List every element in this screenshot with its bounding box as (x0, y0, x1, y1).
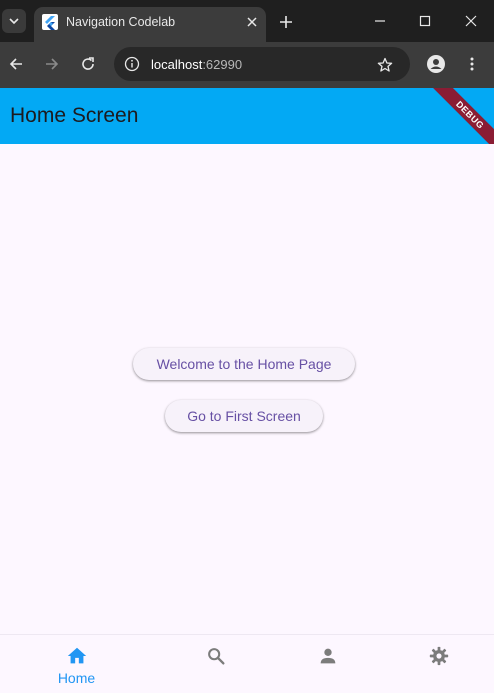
bottom-navigation-bar: Home (0, 634, 494, 693)
debug-banner: DEBUG (429, 88, 494, 144)
site-info-button[interactable] (120, 52, 144, 76)
chevron-down-icon (9, 18, 19, 25)
url-text: localhost:62990 (151, 57, 242, 72)
home-icon (65, 644, 89, 668)
nav-label-home: Home (57, 670, 96, 686)
reload-button[interactable] (76, 52, 100, 76)
url-host: localhost (151, 57, 203, 72)
flutter-icon (42, 14, 58, 30)
maximize-button[interactable] (410, 8, 440, 34)
minimize-icon (375, 20, 385, 22)
profile-icon (427, 55, 445, 73)
tab-close-button[interactable] (243, 13, 261, 31)
arrow-left-icon (9, 58, 22, 70)
maximize-icon (419, 15, 431, 27)
profile-button[interactable] (424, 52, 448, 76)
browser-toolbar: localhost:62990 (0, 42, 494, 88)
go-to-first-screen-button[interactable]: Go to First Screen (165, 400, 323, 432)
arrow-right-icon (46, 58, 59, 70)
nav-item-search[interactable] (154, 635, 277, 693)
close-icon (465, 15, 477, 27)
browser-tab[interactable]: Navigation Codelab (34, 7, 266, 42)
nav-item-settings[interactable] (377, 635, 494, 693)
back-button[interactable] (4, 52, 28, 76)
reload-icon (82, 57, 94, 70)
info-icon (124, 56, 140, 72)
main-content: Welcome to the Home Page Go to First Scr… (0, 144, 494, 634)
settings-icon (427, 644, 451, 668)
bookmark-button[interactable] (374, 54, 396, 76)
star-icon (377, 57, 393, 72)
menu-button[interactable] (460, 52, 484, 76)
browser-tab-strip: Navigation Codelab (0, 0, 494, 42)
page-title: Home Screen (10, 104, 139, 127)
search-icon (204, 644, 228, 668)
app-bar: Home Screen DEBUG (0, 88, 494, 144)
forward-button[interactable] (40, 52, 64, 76)
address-bar[interactable]: localhost:62990 (114, 47, 410, 81)
url-port: :62990 (202, 57, 243, 72)
tab-search-button[interactable] (2, 9, 26, 33)
welcome-button[interactable]: Welcome to the Home Page (133, 348, 355, 380)
person-icon (316, 644, 340, 668)
close-icon (247, 17, 257, 27)
tab-title: Navigation Codelab (66, 15, 176, 29)
more-vert-icon (470, 57, 474, 71)
nav-item-home[interactable]: Home (15, 635, 138, 693)
screen: Navigation Codelab localhost:62990 Home … (0, 0, 494, 693)
nav-item-profile[interactable] (266, 635, 389, 693)
plus-icon (280, 16, 292, 28)
minimize-button[interactable] (365, 8, 395, 34)
new-tab-button[interactable] (276, 12, 296, 32)
window-close-button[interactable] (456, 8, 486, 34)
